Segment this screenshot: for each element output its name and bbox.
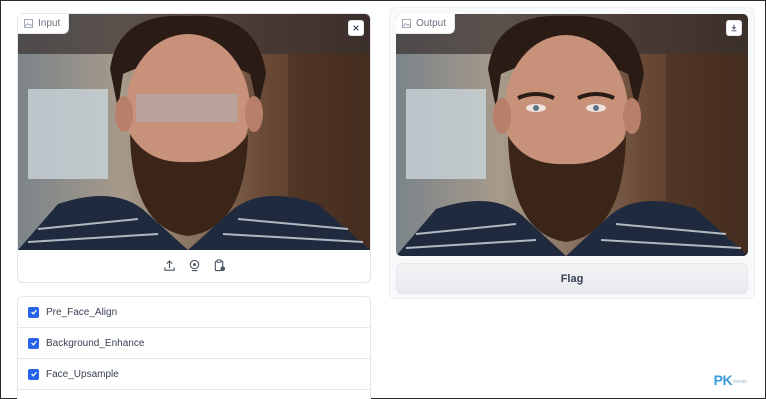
download-button[interactable]: [726, 20, 742, 36]
input-photo: [18, 14, 370, 250]
checkmark-icon: [30, 371, 37, 377]
clipboard-button[interactable]: [213, 258, 226, 272]
watermark-logo: PK trends: [714, 372, 747, 388]
download-icon: [731, 24, 737, 32]
input-label: Input: [38, 18, 61, 29]
webcam-icon: [189, 259, 199, 271]
upload-button[interactable]: [163, 259, 176, 272]
option-background-enhance[interactable]: Background_Enhance: [18, 328, 370, 359]
watermark-subtext: trends: [733, 379, 747, 385]
flag-button[interactable]: Flag: [396, 263, 748, 294]
checkmark-icon: [30, 309, 37, 315]
input-image[interactable]: [18, 14, 370, 250]
output-label-tag: Output: [396, 14, 456, 34]
option-label: Face_Upsample: [46, 368, 119, 380]
output-image-panel: Output Flag: [389, 7, 755, 299]
option-label: Background_Enhance: [46, 337, 145, 349]
output-label: Output: [416, 18, 447, 29]
image-icon: [402, 19, 411, 28]
checkbox[interactable]: [28, 306, 39, 318]
checkmark-icon: [30, 340, 37, 346]
image-icon: [24, 19, 33, 28]
options-panel: Pre_Face_Align Background_Enhance Face_U…: [17, 296, 371, 399]
clipboard-icon: [214, 258, 225, 271]
watermark-text: PK: [713, 372, 733, 388]
webcam-button[interactable]: [188, 259, 201, 272]
input-image-panel: Input: [17, 13, 371, 283]
output-image: Output: [396, 14, 748, 256]
upload-icon: [163, 259, 175, 271]
option-label: Pre_Face_Align: [46, 306, 118, 318]
close-icon: [353, 25, 359, 31]
input-label-tag: Input: [18, 14, 70, 34]
option-pre-face-align[interactable]: Pre_Face_Align: [18, 297, 370, 328]
clear-button[interactable]: [348, 20, 364, 36]
checkbox[interactable]: [28, 368, 39, 380]
source-toolbar: [18, 248, 370, 282]
checkbox[interactable]: [28, 337, 39, 349]
option-face-upsample[interactable]: Face_Upsample: [18, 359, 370, 390]
output-photo: [396, 14, 748, 256]
